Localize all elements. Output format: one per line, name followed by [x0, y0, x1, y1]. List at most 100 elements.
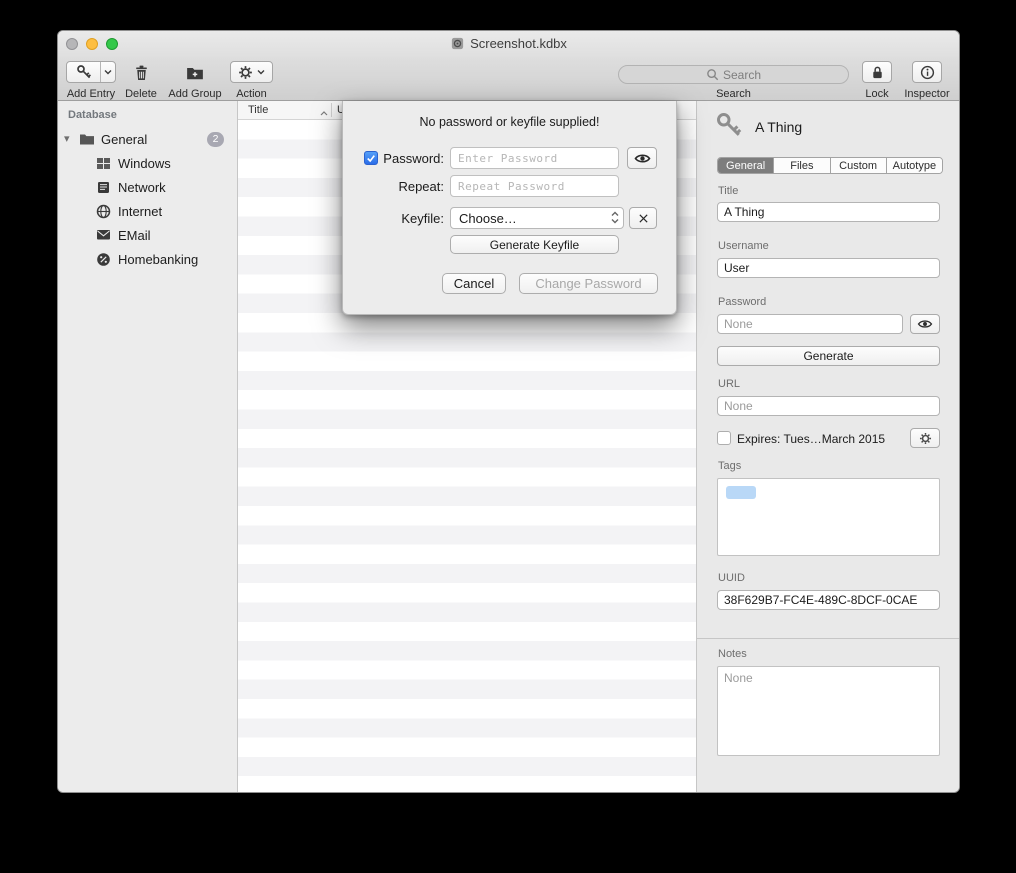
search-label: Search — [716, 88, 751, 100]
dialog-repeat-input[interactable] — [450, 175, 619, 197]
disclosure-triangle-icon[interactable]: ▾ — [64, 132, 70, 145]
sidebar-item-label: EMail — [118, 228, 151, 243]
envelope-icon — [96, 228, 111, 244]
sidebar-item-windows[interactable]: Windows — [58, 153, 238, 175]
column-divider[interactable] — [331, 103, 332, 117]
tags-label: Tags — [718, 460, 741, 472]
sidebar-section-header: Database — [68, 109, 117, 121]
folder-icon — [79, 132, 95, 149]
delete-label: Delete — [125, 88, 157, 100]
key-icon — [715, 111, 743, 139]
eye-icon — [917, 318, 933, 330]
add-entry-button[interactable] — [66, 61, 116, 83]
generate-keyfile-button[interactable]: Generate Keyfile — [450, 235, 619, 254]
cancel-button[interactable]: Cancel — [442, 273, 506, 294]
sidebar-item-homebanking[interactable]: Homebanking — [58, 249, 238, 271]
gear-icon — [919, 432, 932, 445]
toolbar: Add Entry Delete Add Group Action — [58, 57, 959, 101]
expires-settings-button[interactable] — [910, 428, 940, 448]
info-icon — [920, 65, 935, 80]
sidebar-item-network[interactable]: Network — [58, 177, 238, 199]
sidebar-item-internet[interactable]: Internet — [58, 201, 238, 223]
password-field[interactable] — [717, 314, 903, 334]
chevron-down-icon — [257, 69, 265, 75]
clear-keyfile-button[interactable] — [629, 207, 657, 229]
chevron-down-icon[interactable] — [100, 62, 115, 82]
change-password-button[interactable]: Change Password — [519, 273, 658, 294]
lock-icon — [870, 65, 885, 80]
column-header-title[interactable]: Title — [248, 104, 268, 116]
app-window: Screenshot.kdbx Add Entry — [57, 30, 960, 793]
inspector-button[interactable] — [912, 61, 942, 83]
sort-ascending-icon — [320, 107, 328, 119]
uuid-label: UUID — [718, 572, 745, 584]
notes-field[interactable] — [717, 666, 940, 756]
sidebar-item-label: Windows — [118, 156, 171, 171]
globe-icon — [96, 204, 111, 222]
sidebar-item-email[interactable]: EMail — [58, 225, 238, 247]
lock-button[interactable] — [862, 61, 892, 83]
sidebar-item-label: Internet — [118, 204, 162, 219]
key-icon — [67, 62, 100, 82]
sidebar: Database ▾ General 2 Windows Networ — [58, 101, 238, 792]
sidebar-group-general[interactable]: ▾ General 2 — [58, 129, 238, 151]
inspector-label: Inspector — [904, 88, 949, 100]
action-button[interactable] — [230, 61, 273, 83]
url-field-label: URL — [718, 378, 740, 390]
dialog-password-label: Password: — [344, 151, 444, 166]
delete-button[interactable] — [121, 61, 161, 85]
inspector-panel: A Thing General Files Custom Autotype Ti… — [696, 101, 960, 792]
dialog-keyfile-label: Keyfile: — [344, 211, 444, 226]
expires-label[interactable]: Expires: Tues…March 2015 — [737, 432, 885, 446]
keyfile-dropdown[interactable]: Choose… — [450, 207, 624, 229]
expires-checkbox[interactable] — [717, 431, 731, 445]
inspector-tabs: General Files Custom Autotype — [717, 157, 943, 174]
section-divider — [697, 638, 960, 639]
add-group-button[interactable] — [168, 61, 222, 85]
close-x-icon — [638, 213, 649, 224]
username-field-label: Username — [718, 240, 769, 252]
gear-icon — [238, 65, 253, 80]
add-entry-label: Add Entry — [67, 88, 115, 100]
username-field[interactable] — [717, 258, 940, 278]
dialog-reveal-password-button[interactable] — [627, 147, 657, 169]
popup-stepper-icon — [611, 211, 619, 224]
window-title: Screenshot.kdbx — [58, 36, 959, 51]
trash-icon — [133, 64, 150, 82]
change-password-dialog: No password or keyfile supplied! Passwor… — [342, 101, 677, 315]
search-input[interactable]: Search — [618, 65, 849, 84]
keyfile-selected-value: Choose… — [459, 211, 517, 226]
search-icon — [706, 68, 719, 81]
action-label: Action — [236, 88, 267, 100]
tags-field[interactable] — [717, 478, 940, 556]
percent-coin-icon — [96, 252, 111, 270]
tab-custom[interactable]: Custom — [831, 158, 887, 173]
lock-label: Lock — [865, 88, 888, 100]
titlebar[interactable]: Screenshot.kdbx — [58, 31, 959, 57]
notes-label: Notes — [718, 648, 747, 660]
document-icon — [450, 36, 465, 51]
reveal-password-button[interactable] — [910, 314, 940, 334]
sidebar-item-label: Network — [118, 180, 166, 195]
tab-general[interactable]: General — [718, 158, 774, 173]
generate-password-button[interactable]: Generate — [717, 346, 940, 366]
sidebar-group-label: General — [101, 132, 147, 147]
tab-autotype[interactable]: Autotype — [887, 158, 942, 173]
url-field[interactable] — [717, 396, 940, 416]
dialog-message: No password or keyfile supplied! — [343, 115, 676, 129]
uuid-field[interactable] — [717, 590, 940, 610]
entry-count-badge: 2 — [207, 132, 224, 147]
network-icon — [96, 180, 111, 198]
add-group-label: Add Group — [168, 88, 221, 100]
sidebar-item-label: Homebanking — [118, 252, 198, 267]
windows-icon — [96, 156, 111, 174]
eye-icon — [634, 152, 651, 165]
dialog-password-input[interactable] — [450, 147, 619, 169]
title-field-label: Title — [718, 185, 738, 197]
entry-title: A Thing — [755, 119, 802, 135]
tab-files[interactable]: Files — [774, 158, 830, 173]
tag-chip[interactable] — [726, 486, 756, 499]
title-field[interactable] — [717, 202, 940, 222]
desktop-background: Screenshot.kdbx Add Entry — [0, 0, 1016, 873]
folder-plus-icon — [186, 65, 204, 81]
